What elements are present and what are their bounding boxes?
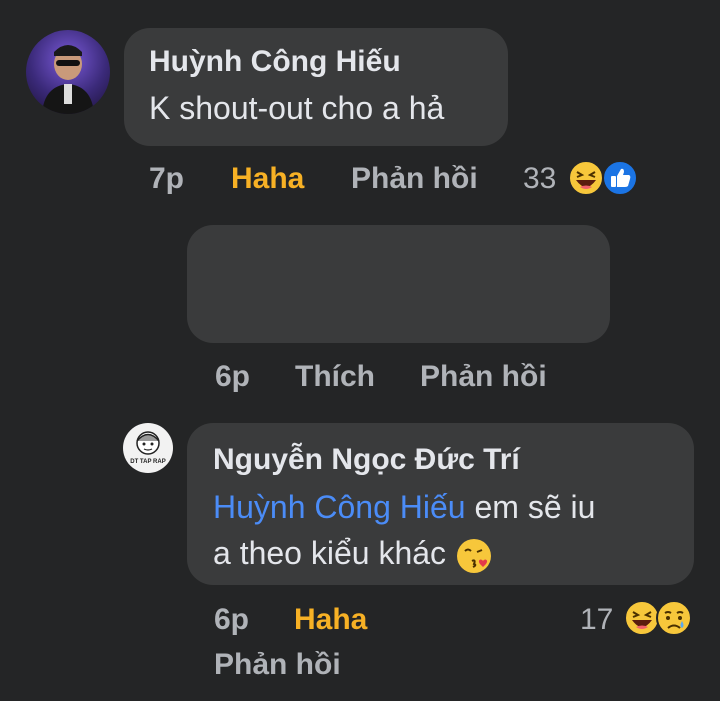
- avatar-huynh-cong-hieu[interactable]: [26, 30, 110, 114]
- sad-emoji-icon: [656, 600, 692, 636]
- reaction-count[interactable]: 17: [580, 603, 613, 637]
- avatar-nguyen-ngoc-duc-tri[interactable]: DT TAP RAP: [123, 423, 173, 473]
- avatar-cartoon-icon: [136, 431, 160, 455]
- avatar-label: DT TAP RAP: [130, 459, 166, 465]
- comment-bubble: Huỳnh Công Hiếu K shout-out cho a hả: [124, 28, 508, 146]
- comment-author[interactable]: Nguyễn Ngọc Đức Trí: [213, 443, 520, 477]
- comment-author[interactable]: Huỳnh Công Hiếu: [149, 45, 401, 79]
- reaction-button[interactable]: Haha: [294, 603, 367, 637]
- reaction-count[interactable]: 33: [523, 162, 556, 196]
- haha-emoji-icon: [568, 160, 604, 196]
- comment-time[interactable]: 6p: [214, 603, 249, 637]
- reply-button[interactable]: Phản hồi: [214, 648, 341, 682]
- reply-button[interactable]: Phản hồi: [420, 360, 547, 394]
- comment-bubble: Nguyễn Ngọc Đức Trí Huỳnh Công Hiếu em s…: [187, 423, 694, 585]
- reaction-button[interactable]: Haha: [231, 162, 304, 196]
- comment-text: a theo kiểu khác: [213, 535, 447, 571]
- kissing-face-heart-icon: [456, 538, 491, 573]
- comment-text: K shout-out cho a hả: [149, 90, 445, 126]
- mention-link[interactable]: Huỳnh Công Hiếu: [213, 489, 466, 525]
- comment-text-line-2: a theo kiểu khác: [213, 535, 493, 575]
- like-icon: [602, 160, 638, 196]
- avatar-photo: [42, 45, 94, 114]
- comment-text-line-1: Huỳnh Công Hiếu em sẽ iu: [213, 489, 595, 526]
- reply-button[interactable]: Phản hồi: [351, 162, 478, 196]
- like-button[interactable]: Thích: [295, 360, 375, 394]
- comment-text: em sẽ iu: [474, 489, 596, 525]
- haha-emoji-icon: [624, 600, 660, 636]
- comment-bubble-empty: [187, 225, 610, 343]
- comment-time[interactable]: 6p: [215, 360, 250, 394]
- reaction-icons[interactable]: [622, 598, 698, 638]
- reaction-icons[interactable]: [566, 158, 642, 198]
- comment-time[interactable]: 7p: [149, 162, 184, 196]
